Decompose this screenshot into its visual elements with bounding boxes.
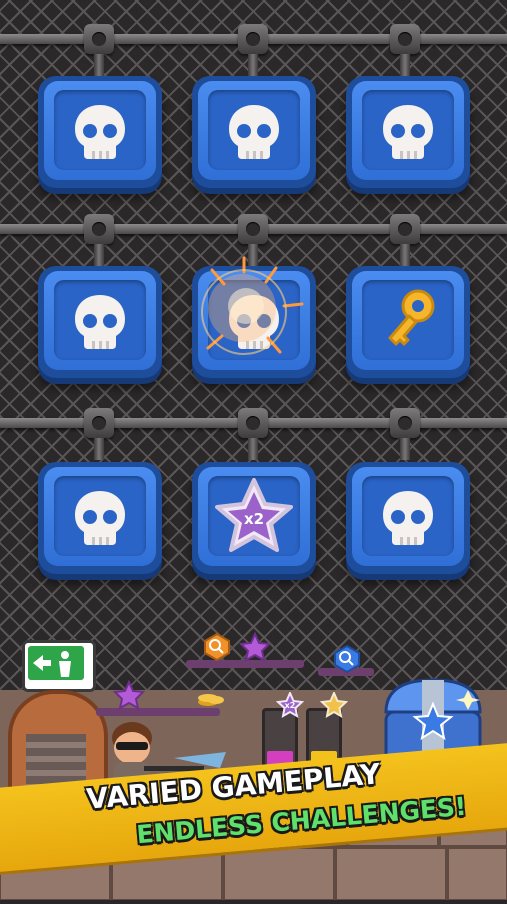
hanger: [388, 214, 422, 266]
tile-r3-c3[interactable]: [346, 462, 470, 574]
tile-r3-c1[interactable]: [38, 462, 162, 574]
hanger: [82, 408, 116, 460]
exit-sign: [22, 640, 96, 692]
skull-icon: [75, 491, 125, 545]
skull-icon: [75, 105, 125, 159]
hanger: [388, 408, 422, 460]
skull-icon: [383, 491, 433, 545]
shelf-badge-multiplier: x2: [284, 701, 296, 710]
skull-icon: [229, 105, 279, 159]
exit-arrow-icon: [28, 646, 84, 680]
tile-r2-c1[interactable]: [38, 266, 162, 378]
hanger: [82, 24, 116, 76]
impact-spark-effect: [201, 256, 304, 355]
tile-r2-c2-active[interactable]: [192, 256, 316, 378]
magnifier-badge-orange[interactable]: [202, 632, 232, 662]
tile-r1-c1[interactable]: [38, 76, 162, 188]
skull-icon: [75, 295, 125, 349]
tile-r3-c2[interactable]: x2: [192, 462, 316, 574]
tile-r1-c2[interactable]: [192, 76, 316, 188]
hanger: [82, 214, 116, 266]
key-icon: [388, 289, 435, 346]
tile-r1-c3[interactable]: [346, 76, 470, 188]
tile-r2-c3[interactable]: [346, 266, 470, 378]
hanger: [236, 24, 270, 76]
star-multiplier-label: x2: [243, 510, 265, 528]
hanger: [388, 24, 422, 76]
star-badge-gold[interactable]: [320, 692, 348, 718]
gold-coins-icon: [198, 694, 224, 706]
star-badge-purple-left[interactable]: [112, 680, 146, 710]
star-badge-purple[interactable]: [238, 632, 272, 662]
skull-icon: [383, 105, 433, 159]
magnifier-badge-blue[interactable]: [332, 644, 362, 674]
hanger: [236, 408, 270, 460]
